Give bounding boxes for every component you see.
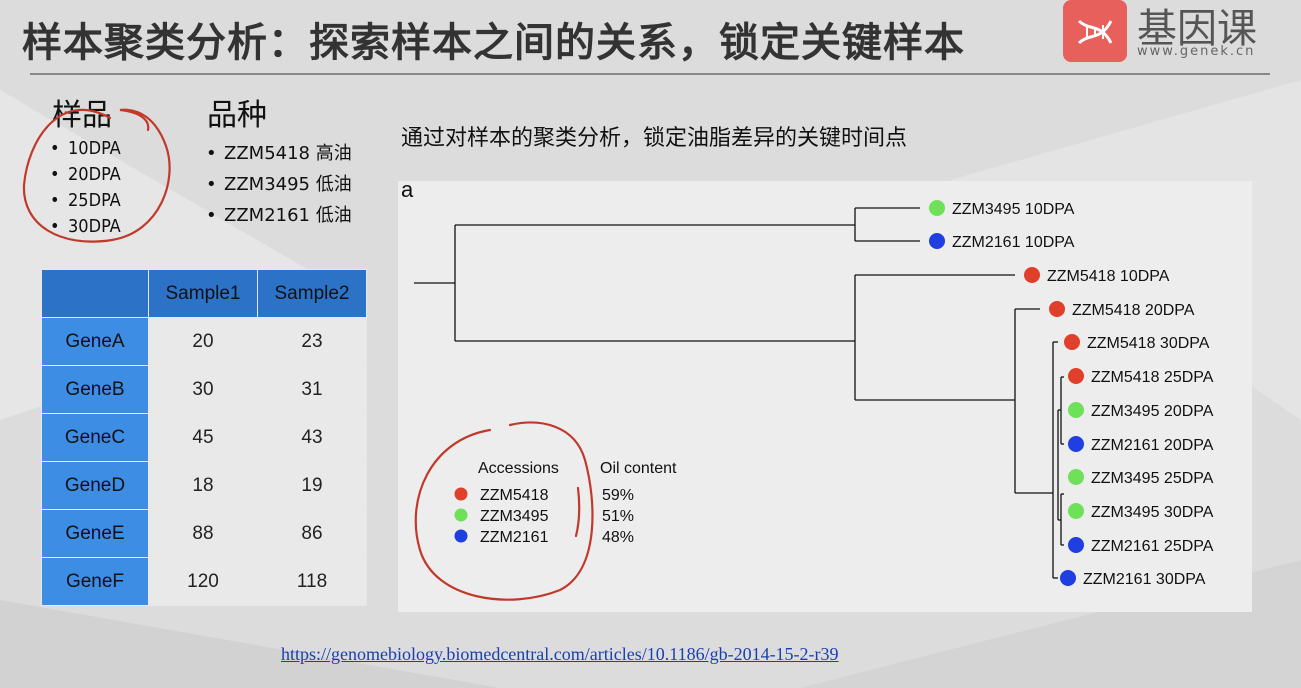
dendrogram-leaf: ZZM3495 25DPA <box>1068 469 1214 487</box>
legend-accession: ZZM3495 <box>480 508 549 525</box>
dendrogram-leaf: ZZM2161 10DPA <box>929 233 1075 251</box>
leaf-label: ZZM5418 25DPA <box>1091 369 1214 386</box>
leaf-dot-marker <box>1049 301 1065 317</box>
dendrogram-leaf: ZZM5418 10DPA <box>1024 267 1170 285</box>
leaf-dot-marker <box>929 200 945 216</box>
leaf-label: ZZM5418 30DPA <box>1087 335 1210 352</box>
leaf-dot-marker <box>1068 402 1084 418</box>
leaf-dot-marker <box>1068 469 1084 485</box>
dendrogram-leaf: ZZM3495 30DPA <box>1068 503 1214 521</box>
leaf-label: ZZM2161 10DPA <box>952 234 1075 251</box>
dendrogram: ZZM3495 10DPA ZZM2161 10DPA ZZM5418 10DPA Z… <box>414 200 1214 588</box>
leaf-dot-marker <box>1068 436 1084 452</box>
leaf-dot-marker <box>1060 570 1076 586</box>
legend-oil-heading: Oil content <box>600 460 677 477</box>
leaf-dot-marker <box>1068 368 1084 384</box>
leaf-label: ZZM2161 30DPA <box>1083 571 1206 588</box>
leaf-label: ZZM3495 25DPA <box>1091 470 1214 487</box>
dendrogram-leaves: ZZM3495 10DPA ZZM2161 10DPA ZZM5418 10DPA Z… <box>929 200 1214 588</box>
leaf-dot-marker <box>1064 334 1080 350</box>
legend-accessions-heading: Accessions <box>478 460 559 477</box>
legend-oil-content: 59% <box>602 487 634 504</box>
legend-rows: ZZM5418 59% ZZM3495 51% ZZM2161 48% <box>454 487 634 546</box>
leaf-label: ZZM5418 20DPA <box>1072 302 1195 319</box>
dendrogram-leaf: ZZM3495 20DPA <box>1068 402 1214 420</box>
dendrogram-leaf: ZZM2161 25DPA <box>1068 537 1214 555</box>
leaf-label: ZZM3495 30DPA <box>1091 504 1214 521</box>
legend-dot-marker <box>454 508 468 522</box>
dendrogram-leaf: ZZM5418 30DPA <box>1064 334 1210 352</box>
leaf-label: ZZM2161 25DPA <box>1091 538 1214 555</box>
leaf-dot-marker <box>1068 503 1084 519</box>
dendrogram-legend: Accessions Oil content ZZM5418 59% ZZM3495… <box>454 460 677 546</box>
legend-accession: ZZM2161 <box>480 529 549 546</box>
legend-accession: ZZM5418 <box>480 487 549 504</box>
legend-dot-marker <box>454 529 468 543</box>
dendrogram-leaf: ZZM2161 20DPA <box>1068 436 1214 454</box>
dendrogram-leaf: ZZM3495 10DPA <box>929 200 1075 218</box>
dendrogram-leaf: ZZM5418 20DPA <box>1049 301 1195 319</box>
legend-oil-content: 51% <box>602 508 634 525</box>
dendrogram-leaf: ZZM2161 30DPA <box>1060 570 1206 588</box>
leaf-dot-marker <box>1068 537 1084 553</box>
leaf-label: ZZM5418 10DPA <box>1047 268 1170 285</box>
dendrogram-leaf: ZZM5418 25DPA <box>1068 368 1214 386</box>
legend-dot-marker <box>454 487 468 501</box>
leaf-label: ZZM2161 20DPA <box>1091 437 1214 454</box>
legend-oil-content: 48% <box>602 529 634 546</box>
leaf-dot-marker <box>929 233 945 249</box>
leaf-label: ZZM3495 20DPA <box>1091 403 1214 420</box>
leaf-dot-marker <box>1024 267 1040 283</box>
leaf-label: ZZM3495 10DPA <box>952 201 1075 218</box>
